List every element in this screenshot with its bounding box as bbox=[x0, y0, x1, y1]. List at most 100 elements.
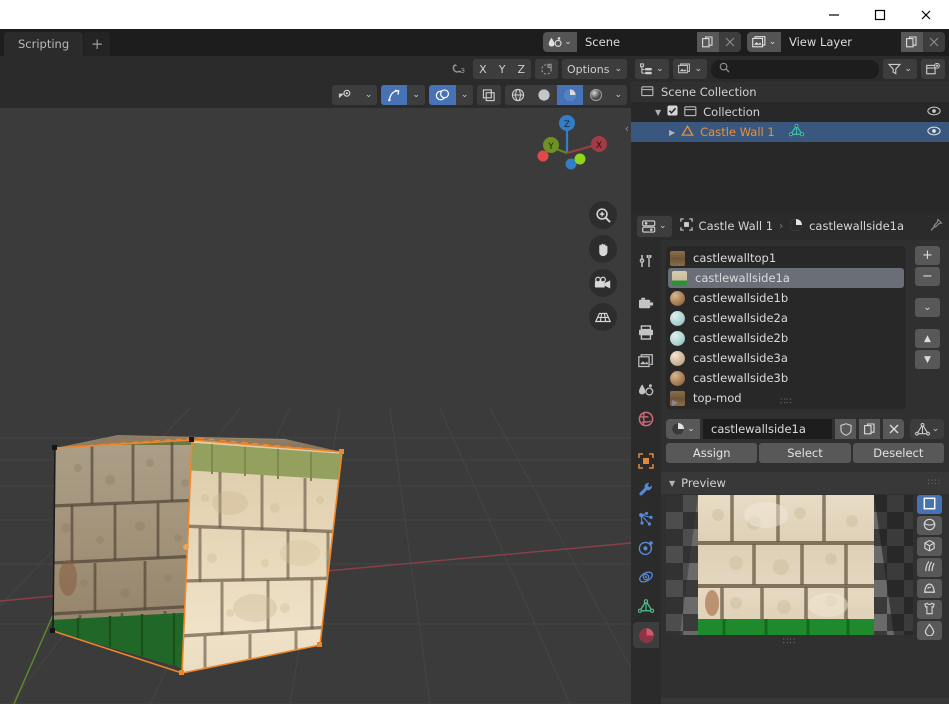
unlink-view-layer-button[interactable] bbox=[923, 32, 945, 52]
preview-flat-button[interactable] bbox=[917, 495, 942, 514]
view-layer-name-field[interactable]: View Layer bbox=[781, 32, 901, 52]
xray-icon[interactable] bbox=[477, 85, 502, 105]
material-name-field[interactable]: castlewallside1a bbox=[703, 419, 832, 439]
viewport-canvas[interactable] bbox=[0, 108, 631, 704]
panel-disclosure-triangle-icon[interactable]: ▼ bbox=[669, 479, 675, 488]
snap-axis-y[interactable]: Y bbox=[493, 59, 512, 79]
material-specials-menu-button[interactable]: ⌄ bbox=[915, 298, 940, 317]
remove-material-slot-button[interactable]: − bbox=[915, 267, 940, 286]
search-input[interactable] bbox=[711, 59, 880, 79]
properties-tab-tool[interactable] bbox=[633, 248, 659, 274]
disclosure-triangle-icon[interactable]: ▶ bbox=[669, 128, 675, 137]
preview-resize-grip[interactable]: ∷∷ bbox=[666, 636, 913, 648]
new-view-layer-button[interactable] bbox=[901, 32, 923, 52]
breadcrumb-material-label[interactable]: castlewallside1a bbox=[809, 219, 904, 233]
funnel-icon[interactable]: ⌄ bbox=[883, 59, 917, 79]
snap-axis-x[interactable]: X bbox=[473, 59, 493, 79]
gizmo-group[interactable]: ⌄ bbox=[381, 85, 425, 105]
preview-fluid-button[interactable] bbox=[917, 621, 942, 640]
material-slot[interactable]: castlewallside3b bbox=[666, 368, 906, 388]
filter-id-icon[interactable]: ⌄ bbox=[672, 59, 708, 79]
panel-header-surface[interactable]: ▼ Surface ∷∷ bbox=[661, 698, 949, 704]
unlink-material-button[interactable] bbox=[883, 419, 904, 439]
preview-hair-button[interactable] bbox=[917, 558, 942, 577]
material-slot[interactable]: castlewallside1b bbox=[666, 288, 906, 308]
properties-tab-modifiers[interactable] bbox=[633, 477, 659, 503]
overlays-chevron-down-icon[interactable]: ⌄ bbox=[455, 85, 474, 105]
preview-cloth-button[interactable] bbox=[917, 600, 942, 619]
properties-tab-output[interactable] bbox=[633, 319, 659, 345]
object-visibility-icon[interactable] bbox=[332, 85, 360, 105]
view-layer-datablock[interactable]: ⌄ View Layer bbox=[747, 32, 945, 52]
panel-header-preview[interactable]: ▼ Preview ∷∷ bbox=[661, 472, 949, 494]
disclosure-triangle-icon[interactable]: ▼ bbox=[655, 108, 661, 117]
material-slot[interactable]: castlewallside3a bbox=[666, 348, 906, 368]
viewport-sidebar-collapse-icon[interactable]: ‹ bbox=[625, 122, 629, 135]
material-slot-list-footer[interactable]: ▶ ∷∷ bbox=[666, 395, 906, 409]
material-slot[interactable]: castlewalltop1 bbox=[666, 248, 906, 268]
list-resize-grip[interactable]: ∷∷ bbox=[780, 397, 791, 407]
proportional-edit-icon[interactable] bbox=[535, 59, 558, 79]
properties-tab-view-layer[interactable] bbox=[633, 348, 659, 374]
wireframe-shading-icon[interactable] bbox=[505, 85, 531, 105]
shading-chevron-down-icon[interactable]: ⌄ bbox=[609, 85, 627, 105]
visibility-eye-icon[interactable] bbox=[927, 125, 941, 140]
properties-editor-icon[interactable]: ⌄ bbox=[637, 215, 672, 237]
move-slot-down-button[interactable]: ▼ bbox=[915, 350, 940, 369]
material-preview-render[interactable] bbox=[666, 495, 913, 635]
visibility-eye-icon[interactable] bbox=[927, 105, 941, 120]
material-slot[interactable]: castlewallside1a bbox=[668, 268, 904, 288]
pan-tool[interactable] bbox=[589, 235, 617, 263]
scene-icon[interactable]: ⌄ bbox=[543, 32, 577, 52]
properties-editor[interactable]: ⌄ Castle Wall 1 › castlewallside1a castl… bbox=[631, 212, 949, 704]
preview-cube-button[interactable] bbox=[917, 537, 942, 556]
zoom-tool[interactable] bbox=[589, 201, 617, 229]
material-slot-list[interactable]: castlewalltop1 castlewallside1a castlewa… bbox=[666, 246, 906, 409]
camera-view-tool[interactable] bbox=[589, 269, 617, 297]
material-browse-icon[interactable]: ⌄ bbox=[666, 419, 700, 439]
3d-viewport[interactable]: 3 X Y Z Options ⌄ ⌄ ⌄ ⌄ ⌄ Z X Y ‹ bbox=[0, 56, 631, 704]
toggle-orthographic-tool[interactable] bbox=[589, 303, 617, 331]
rendered-shading-icon[interactable] bbox=[583, 85, 609, 105]
snap-axis-z[interactable]: Z bbox=[511, 59, 531, 79]
select-button[interactable]: Select bbox=[759, 443, 851, 463]
window-maximize-button[interactable] bbox=[857, 0, 903, 29]
properties-tab-constraints[interactable] bbox=[633, 564, 659, 590]
assign-button[interactable]: Assign bbox=[666, 443, 758, 463]
collection-visibility-checkbox[interactable] bbox=[667, 105, 678, 119]
preview-sphere-button[interactable] bbox=[917, 516, 942, 535]
magnet-icon[interactable]: 3 bbox=[447, 59, 469, 79]
shield-icon[interactable] bbox=[835, 419, 856, 439]
mesh-data-icon[interactable] bbox=[788, 123, 804, 140]
gizmo-chevron-down-icon[interactable]: ⌄ bbox=[407, 85, 425, 105]
outliner-editor[interactable]: ⌄ ⌄ ⌄ Scene Collection ▼ Collection ▶ Ca… bbox=[631, 56, 949, 212]
deselect-button[interactable]: Deselect bbox=[852, 443, 944, 463]
scene-datablock[interactable]: ⌄ Scene bbox=[543, 32, 741, 52]
view-layer-icon[interactable]: ⌄ bbox=[747, 32, 781, 52]
gizmo-icon[interactable] bbox=[381, 85, 408, 105]
outliner-row-collection[interactable]: ▼ Collection bbox=[631, 102, 949, 122]
add-material-slot-button[interactable]: + bbox=[915, 246, 940, 265]
new-collection-icon[interactable] bbox=[921, 59, 945, 79]
properties-tab-material[interactable] bbox=[633, 622, 659, 648]
window-minimize-button[interactable] bbox=[811, 0, 857, 29]
window-close-button[interactable] bbox=[903, 0, 949, 29]
panel-grip[interactable]: ∷∷ bbox=[928, 478, 941, 488]
workspace-tab-scripting[interactable]: Scripting bbox=[4, 32, 84, 56]
properties-tab-scene[interactable] bbox=[633, 377, 659, 403]
mesh-filter-icon[interactable]: ⌄ bbox=[910, 419, 944, 439]
material-preview-icon[interactable] bbox=[557, 85, 584, 105]
overlays-group[interactable]: ⌄ bbox=[428, 85, 474, 105]
unlink-scene-button[interactable] bbox=[719, 32, 741, 52]
properties-tab-world[interactable] bbox=[633, 406, 659, 432]
properties-tab-physics[interactable] bbox=[633, 535, 659, 561]
new-scene-button[interactable] bbox=[697, 32, 719, 52]
object-visibility-group[interactable]: ⌄ bbox=[331, 85, 378, 105]
outliner-row-castle-wall-1[interactable]: ▶ Castle Wall 1 bbox=[631, 122, 949, 142]
material-slot[interactable]: castlewallside2b bbox=[666, 328, 906, 348]
expand-filter-triangle-icon[interactable]: ▶ bbox=[672, 398, 678, 407]
viewport-axis-gizmo[interactable]: Z X Y bbox=[527, 108, 607, 188]
shading-modes-group[interactable]: ⌄ bbox=[505, 85, 627, 105]
properties-tab-particles[interactable] bbox=[633, 506, 659, 532]
overlays-icon[interactable] bbox=[428, 85, 456, 105]
